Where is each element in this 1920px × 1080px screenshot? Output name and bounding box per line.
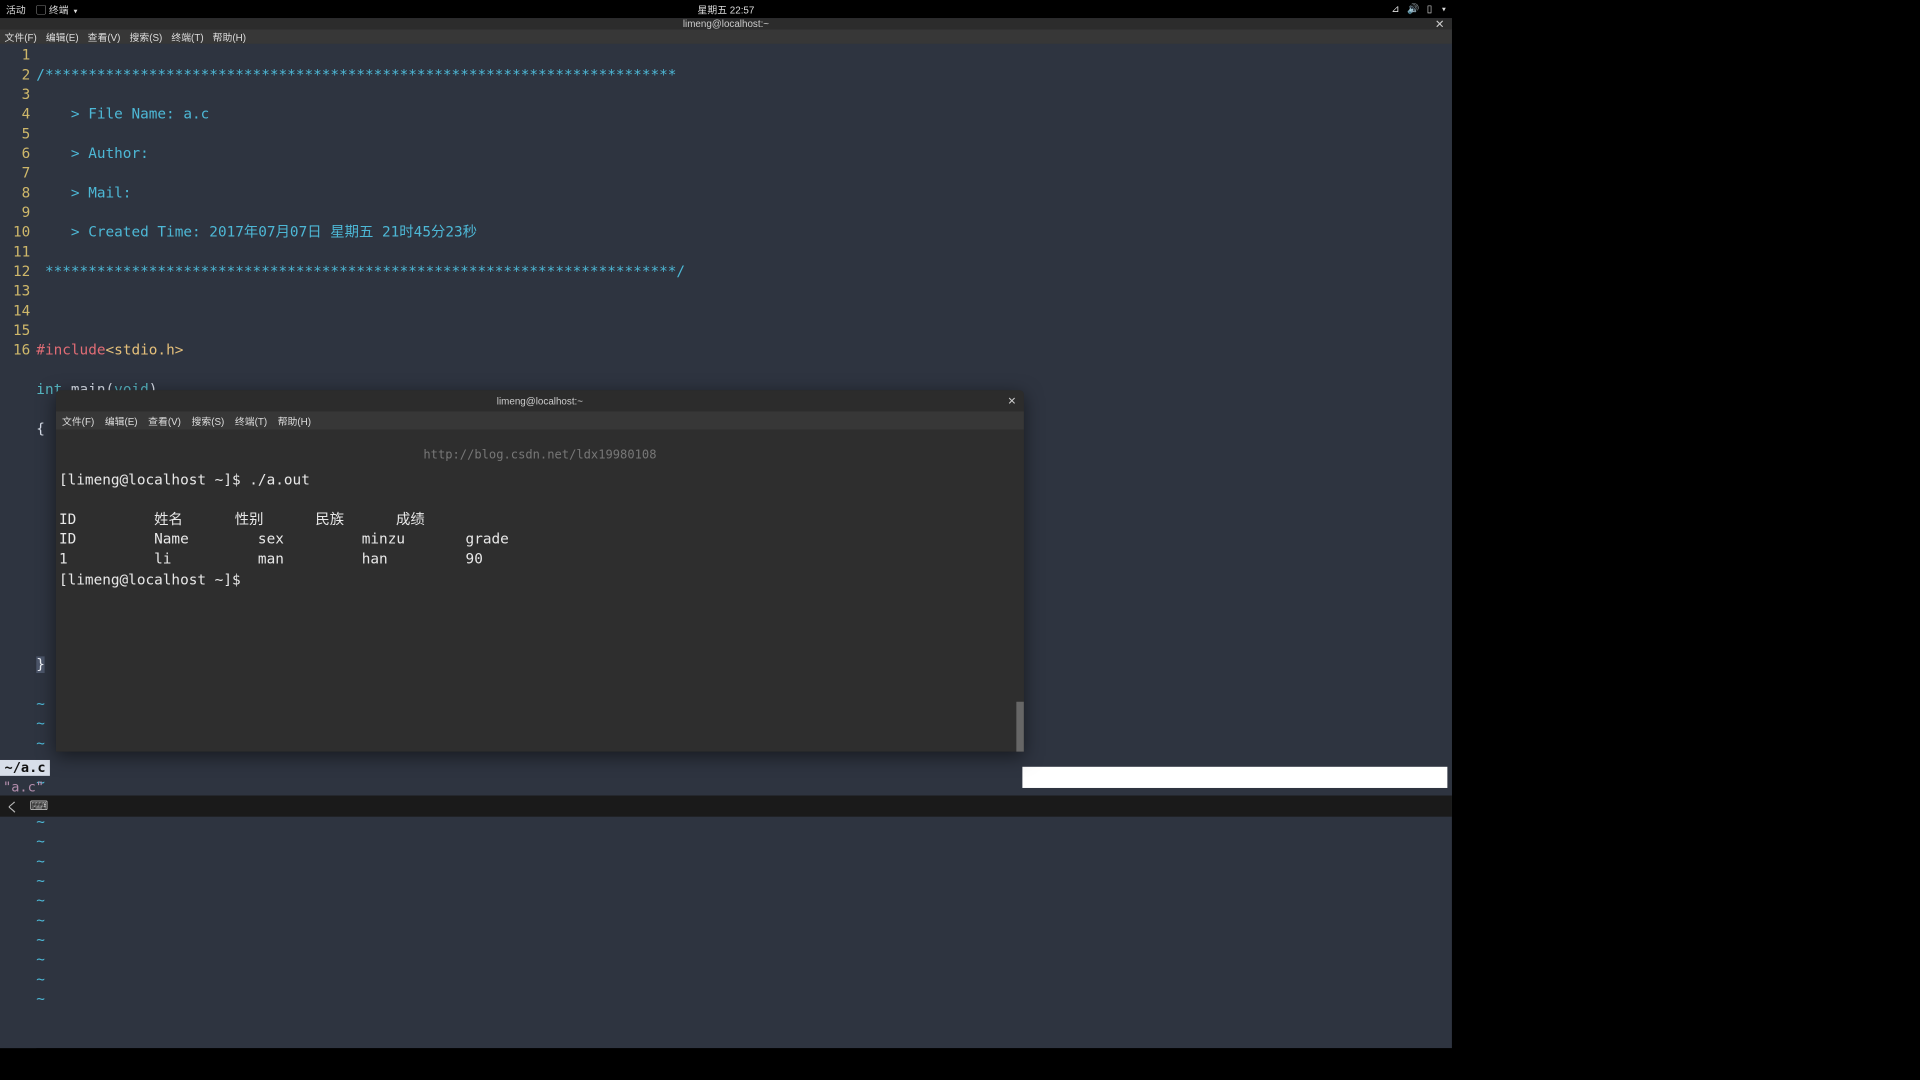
back-icon[interactable]: く: [6, 797, 19, 816]
watermark-url: http://blog.csdn.net/ldx19980108: [423, 445, 656, 465]
header-mail: > Mail:: [36, 183, 1452, 203]
app-menu[interactable]: ▢ 终端 ▾: [36, 2, 77, 16]
gnome-topbar: 活动 ▢ 终端 ▾ 星期五 22:57 ⊿ 🔊 ▯ ▾: [0, 0, 1452, 18]
line-number-gutter: 12345678910111213141516: [0, 44, 36, 1048]
clock[interactable]: 星期五 22:57: [698, 2, 755, 16]
header-created: > Created Time: 2017年07月07日 星期五 21时45分23…: [36, 222, 1452, 242]
menu-search[interactable]: 搜索(S): [130, 29, 163, 43]
output-menubar: 文件(F) 编辑(E) 查看(V) 搜索(S) 终端(T) 帮助(H): [56, 411, 1024, 429]
wifi-icon[interactable]: ⊿: [1391, 3, 1399, 15]
prompt-line: [limeng@localhost ~]$ ./a.out: [59, 472, 310, 489]
battery-icon[interactable]: ▯: [1427, 3, 1432, 15]
comment-border-2: ****************************************…: [45, 263, 676, 280]
brace-open: {: [36, 420, 45, 437]
keyboard-icon[interactable]: ⌨: [29, 799, 48, 814]
menu-view[interactable]: 查看(V): [88, 29, 121, 43]
terminal-icon: ▢: [36, 4, 46, 15]
app-menu-label: 终端: [49, 4, 69, 15]
comment-border: ****************************************…: [45, 67, 676, 84]
output-title: limeng@localhost:~: [497, 395, 583, 406]
terminal-output[interactable]: http://blog.csdn.net/ldx19980108 [limeng…: [56, 430, 1024, 752]
white-strip: [1022, 767, 1447, 788]
close-icon[interactable]: ✕: [1007, 394, 1016, 407]
status-message: "a.c": [3, 780, 44, 796]
status-file: ~/a.c: [0, 760, 50, 776]
chevron-down-icon: ▾: [74, 7, 78, 15]
include-header: stdio.h: [114, 342, 175, 359]
header-filename: > File Name: a.c: [36, 104, 1452, 124]
editor-menubar: 文件(F) 编辑(E) 查看(V) 搜索(S) 终端(T) 帮助(H): [0, 29, 1452, 43]
brace-close: }: [36, 656, 45, 673]
menu-edit[interactable]: 编辑(E): [46, 29, 79, 43]
scrollbar[interactable]: [1016, 430, 1024, 752]
header-author: > Author:: [36, 144, 1452, 164]
output-row: ID 姓名 性别 民族 成绩: [59, 511, 425, 528]
editor-titlebar: limeng@localhost:~ ✕: [0, 18, 1452, 29]
menu-file[interactable]: 文件(F): [62, 413, 94, 427]
menu-terminal[interactable]: 终端(T): [235, 413, 267, 427]
menu-help[interactable]: 帮助(H): [278, 413, 311, 427]
system-menu-chevron-icon[interactable]: ▾: [1442, 5, 1446, 13]
editor-title: limeng@localhost:~: [683, 18, 769, 29]
output-row: ID Name sex minzu grade: [59, 531, 509, 548]
close-icon[interactable]: ✕: [1435, 17, 1445, 31]
output-row: 1 li man han 90: [59, 551, 483, 568]
menu-edit[interactable]: 编辑(E): [105, 413, 138, 427]
menu-terminal[interactable]: 终端(T): [171, 29, 203, 43]
comment-close: /: [676, 263, 685, 280]
output-titlebar: limeng@localhost:~ ✕: [56, 390, 1024, 411]
menu-search[interactable]: 搜索(S): [192, 413, 225, 427]
include-close: >: [175, 342, 184, 359]
scroll-thumb[interactable]: [1016, 702, 1024, 752]
volume-icon[interactable]: 🔊: [1407, 3, 1419, 15]
menu-view[interactable]: 查看(V): [148, 413, 181, 427]
menu-help[interactable]: 帮助(H): [213, 29, 246, 43]
bottom-taskbar: く ⌨: [0, 796, 1452, 817]
include-directive: #include: [36, 342, 105, 359]
prompt-line: [limeng@localhost ~]$: [59, 572, 249, 589]
output-terminal-window[interactable]: limeng@localhost:~ ✕ 文件(F) 编辑(E) 查看(V) 搜…: [56, 390, 1024, 751]
activities-button[interactable]: 活动: [6, 2, 26, 16]
include-open: <: [106, 342, 115, 359]
menu-file[interactable]: 文件(F): [5, 29, 37, 43]
